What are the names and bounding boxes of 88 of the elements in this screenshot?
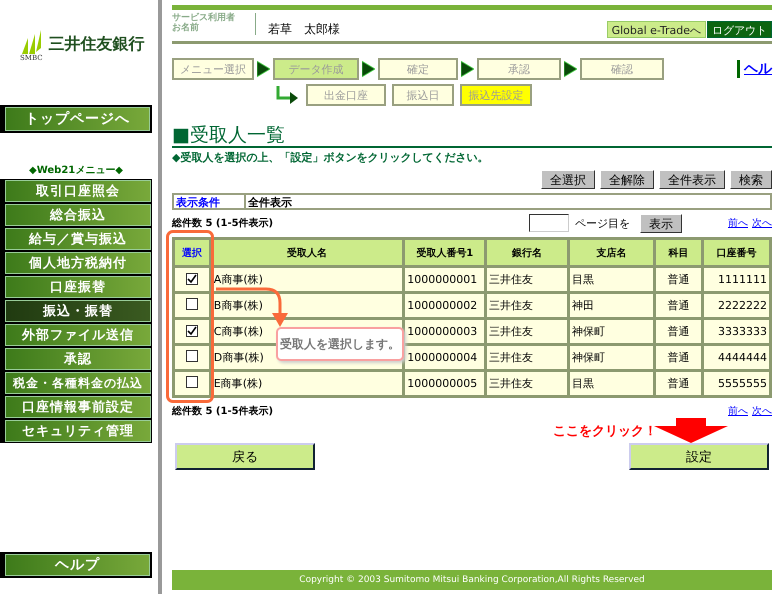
page-title: ■受取人一覧 xyxy=(172,124,772,148)
table-cell: 三井住友 xyxy=(486,292,568,318)
total-count: 総件数 5 (1-5件表示) xyxy=(172,216,274,230)
logout-button[interactable]: ログアウト xyxy=(707,21,772,38)
table-cell: 神保町 xyxy=(568,344,655,370)
table-cell: 目黒 xyxy=(568,266,655,292)
menu-item[interactable]: 個人地方税納付 xyxy=(5,252,151,274)
table-cell: 1000000003 xyxy=(404,318,486,344)
table-cell: 1000000001 xyxy=(404,266,486,292)
user-label: サービス利用者 xyxy=(172,13,236,23)
column-header: 口座番号 xyxy=(702,238,770,266)
step-indicator: データ作成 xyxy=(273,58,359,80)
branch-arrow-icon xyxy=(276,86,300,104)
table-cell: 1000000004 xyxy=(404,344,486,370)
substep-indicator: 出金口座 xyxy=(306,84,386,106)
table-cell: 三井住友 xyxy=(486,370,568,396)
step-arrow-icon xyxy=(257,60,270,78)
menu-item[interactable]: 給与／賞与振込 xyxy=(5,228,151,250)
table-cell: 1000000002 xyxy=(404,292,486,318)
menu-item[interactable]: セキュリティ管理 xyxy=(5,420,151,442)
back-button[interactable]: 戻る xyxy=(175,443,315,470)
action-button[interactable]: 全件表示 xyxy=(659,170,725,189)
menu-item[interactable]: 外部ファイル送信 xyxy=(5,324,151,346)
help-button[interactable]: ヘルプ xyxy=(5,554,150,576)
user-label: お名前 xyxy=(172,23,200,33)
table-cell: 目黒 xyxy=(568,370,655,396)
page-number-field[interactable] xyxy=(529,214,569,232)
bank-logo-icon xyxy=(20,30,42,54)
table-cell: 4444444 xyxy=(702,344,770,370)
select-checkbox[interactable] xyxy=(186,376,198,388)
menu-item[interactable]: 口座情報事前設定 xyxy=(5,396,151,418)
filter-label: 表示条件 xyxy=(174,195,246,208)
menu-item[interactable]: 総合振込 xyxy=(5,204,151,226)
step-indicator: 確認 xyxy=(580,58,664,80)
select-checkbox[interactable] xyxy=(186,298,198,310)
action-button[interactable]: 検索 xyxy=(730,170,772,189)
step-arrow-icon xyxy=(362,60,375,78)
column-header: 銀行名 xyxy=(486,238,568,266)
show-page-button[interactable]: 表示 xyxy=(640,214,682,232)
page-label: ページ目を xyxy=(575,216,630,230)
menu-item[interactable]: 承認 xyxy=(5,348,151,370)
instruction-text: ◆受取人を選択の上、「設定」ボタンをクリックしてください。 xyxy=(172,150,490,165)
substep-indicator: 振込先設定 xyxy=(460,84,532,106)
table-cell: 三井住友 xyxy=(486,344,568,370)
top-page-button[interactable]: トップページへ xyxy=(5,107,150,131)
action-button[interactable]: 全解除 xyxy=(600,170,654,189)
column-header: 科目 xyxy=(654,238,703,266)
menu-item[interactable]: 口座振替 xyxy=(5,276,151,298)
table-cell: 5555555 xyxy=(702,370,770,396)
menu-item[interactable]: 取引口座照会 xyxy=(5,180,151,202)
callout-text: 受取人を選択します。 xyxy=(276,327,404,361)
table-cell: 神田 xyxy=(568,292,655,318)
menu-item[interactable]: 税金・各種料金の払込 xyxy=(5,372,151,394)
table-cell: 1000000005 xyxy=(404,370,486,396)
select-checkbox[interactable] xyxy=(186,272,198,284)
total-count: 総件数 5 (1-5件表示) xyxy=(172,404,274,418)
table-cell: 三井住友 xyxy=(486,266,568,292)
prev-link[interactable]: 前へ xyxy=(728,404,748,418)
user-name: 若草 太郎様 xyxy=(268,21,340,38)
select-checkbox[interactable] xyxy=(186,350,198,362)
action-button[interactable]: 全選択 xyxy=(541,170,595,189)
select-checkbox[interactable] xyxy=(186,324,198,336)
column-header: 受取人番号1 xyxy=(404,238,486,266)
menu-title: ◆Web21メニュー◆ xyxy=(28,164,124,177)
bank-name: 三井住友銀行 xyxy=(48,34,145,55)
filter-value: 全件表示 xyxy=(247,195,292,208)
menu-item[interactable]: 振込・振替 xyxy=(5,300,151,322)
column-header[interactable]: 選択 xyxy=(174,238,210,266)
prev-link[interactable]: 前へ xyxy=(728,216,748,230)
substep-indicator: 振込日 xyxy=(392,84,454,106)
table-cell: 1111111 xyxy=(702,266,770,292)
global-trade-button[interactable]: Global e-Tradeへ xyxy=(606,21,706,38)
step-indicator: 承認 xyxy=(477,58,561,80)
column-header: 支店名 xyxy=(568,238,655,266)
help-link[interactable]: ヘル xyxy=(737,60,772,78)
table-cell: 2222222 xyxy=(702,292,770,318)
step-indicator: 確定 xyxy=(378,58,458,80)
click-hint: ここをクリック！ xyxy=(553,423,657,440)
table-cell: 神保町 xyxy=(568,318,655,344)
set-button[interactable]: 設定 xyxy=(629,443,769,470)
step-arrow-icon xyxy=(461,60,474,78)
step-indicator: メニュー選択 xyxy=(172,58,254,80)
table-cell: 3333333 xyxy=(702,318,770,344)
copyright-footer: Copyright © 2003 Sumitomo Mitsui Banking Corporation,All Rights Reserved xyxy=(172,570,772,590)
next-link[interactable]: 次へ xyxy=(752,216,772,230)
table-cell: 三井住友 xyxy=(486,318,568,344)
next-link[interactable]: 次へ xyxy=(752,404,772,418)
step-arrow-icon xyxy=(564,60,577,78)
